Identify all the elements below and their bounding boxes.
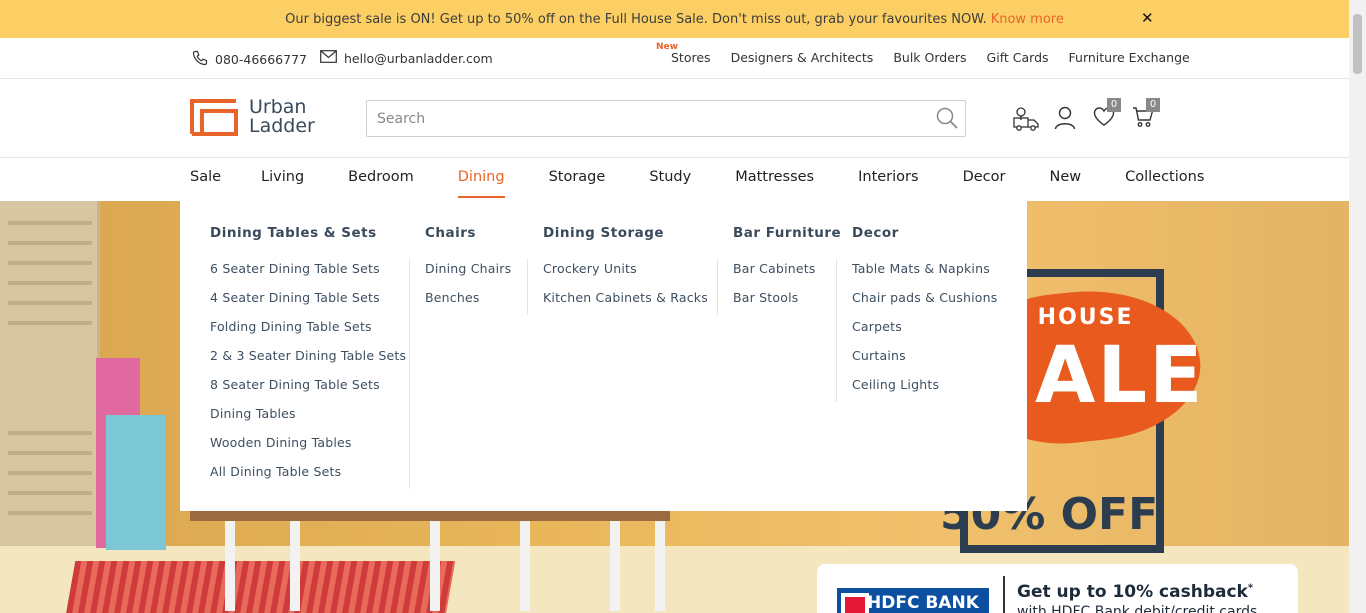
menu-item[interactable]: 8 Seater Dining Table Sets <box>210 377 406 406</box>
user-profile-icon[interactable] <box>1054 106 1076 134</box>
menu-item[interactable]: Dining Tables <box>210 406 406 435</box>
menu-item[interactable]: Ceiling Lights <box>852 377 997 406</box>
track-order-icon[interactable] <box>1012 106 1040 136</box>
menu-heading[interactable]: Dining Tables & Sets <box>210 225 406 241</box>
menu-heading[interactable]: Bar Furniture <box>733 225 841 241</box>
nav-mattresses[interactable]: Mattresses <box>735 169 814 185</box>
menu-item[interactable]: Curtains <box>852 348 997 377</box>
phone-icon <box>192 50 208 69</box>
furniture-exchange-link[interactable]: Furniture Exchange <box>1069 50 1190 65</box>
hdfc-bank-logo: HDFC BANK <box>837 588 989 613</box>
gift-cards-link[interactable]: Gift Cards <box>987 50 1049 65</box>
nav-new[interactable]: New <box>1049 169 1081 185</box>
phone-contact[interactable]: 080-46666777 <box>192 50 307 69</box>
menu-item[interactable]: Dining Chairs <box>425 261 511 290</box>
menu-item[interactable]: All Dining Table Sets <box>210 464 406 493</box>
page-scrollbar[interactable] <box>1349 0 1366 613</box>
logo-mark-icon <box>190 98 238 136</box>
search-box <box>366 100 966 137</box>
dining-mega-menu: Dining Tables & Sets 6 Seater Dining Tab… <box>180 201 1027 511</box>
menu-column-decor: Decor Table Mats & Napkins Chair pads & … <box>852 225 997 406</box>
menu-item[interactable]: Table Mats & Napkins <box>852 261 997 290</box>
menu-item[interactable]: Chair pads & Cushions <box>852 290 997 319</box>
nav-decor[interactable]: Decor <box>963 169 1006 185</box>
scrollbar-thumb[interactable] <box>1353 14 1362 74</box>
nav-storage[interactable]: Storage <box>549 169 606 185</box>
stores-link[interactable]: Stores <box>671 50 711 65</box>
menu-divider <box>409 259 410 489</box>
close-icon[interactable]: ✕ <box>1141 9 1154 27</box>
cashback-title: Get up to 10% cashback* <box>1017 582 1254 602</box>
sale-text-line2: ALE <box>1035 331 1205 421</box>
bulk-orders-link[interactable]: Bulk Orders <box>893 50 966 65</box>
designers-architects-link[interactable]: Designers & Architects <box>731 50 874 65</box>
menu-item[interactable]: 2 & 3 Seater Dining Table Sets <box>210 348 406 377</box>
nav-sale[interactable]: Sale <box>190 169 221 185</box>
menu-item[interactable]: 6 Seater Dining Table Sets <box>210 261 406 290</box>
menu-item[interactable]: Kitchen Cabinets & Racks <box>543 290 708 319</box>
phone-number: 080-46666777 <box>215 52 307 67</box>
menu-item[interactable]: Bar Cabinets <box>733 261 841 290</box>
menu-heading[interactable]: Decor <box>852 225 997 241</box>
site-header: Urban Ladder 0 0 <box>0 79 1349 158</box>
search-input[interactable] <box>367 101 907 136</box>
utility-bar: 080-46666777 hello@urbanladder.com New S… <box>0 38 1349 79</box>
menu-divider <box>717 259 718 315</box>
wishlist-icon[interactable]: 0 <box>1093 98 1121 132</box>
nav-collections[interactable]: Collections <box>1125 169 1204 185</box>
door-decoration <box>0 201 100 546</box>
menu-column-bar-furniture: Bar Furniture Bar Cabinets Bar Stools <box>733 225 841 319</box>
nav-living[interactable]: Living <box>261 169 304 185</box>
utility-links: Stores Designers & Architects Bulk Order… <box>671 50 1190 65</box>
main-nav: Sale Living Bedroom Dining Storage Study… <box>0 158 1349 201</box>
cart-count-badge: 0 <box>1146 98 1160 112</box>
menu-item[interactable]: Wooden Dining Tables <box>210 435 406 464</box>
menu-divider <box>527 259 528 315</box>
menu-column-dining-tables: Dining Tables & Sets 6 Seater Dining Tab… <box>210 225 406 493</box>
rug-decoration <box>64 561 456 613</box>
nav-bedroom[interactable]: Bedroom <box>348 169 414 185</box>
logo-text: Urban Ladder <box>249 96 315 137</box>
promo-text: Our biggest sale is ON! Get up to 50% of… <box>285 11 987 27</box>
menu-item[interactable]: Carpets <box>852 319 997 348</box>
mail-icon <box>320 50 337 66</box>
email-address: hello@urbanladder.com <box>344 50 493 66</box>
sale-text-line1: L HOUSE <box>1012 305 1134 330</box>
menu-item[interactable]: 4 Seater Dining Table Sets <box>210 290 406 319</box>
menu-item[interactable]: Folding Dining Table Sets <box>210 319 406 348</box>
menu-heading[interactable]: Dining Storage <box>543 225 708 241</box>
urban-ladder-logo[interactable]: Urban Ladder <box>190 98 315 136</box>
email-contact[interactable]: hello@urbanladder.com <box>320 50 493 66</box>
menu-item[interactable]: Bar Stools <box>733 290 841 319</box>
nav-dining[interactable]: Dining <box>457 169 505 198</box>
search-icon[interactable] <box>935 106 959 134</box>
menu-item[interactable]: Crockery Units <box>543 261 708 290</box>
menu-column-dining-storage: Dining Storage Crockery Units Kitchen Ca… <box>543 225 708 319</box>
menu-heading[interactable]: Chairs <box>425 225 511 241</box>
wishlist-count-badge: 0 <box>1107 98 1121 112</box>
know-more-link[interactable]: Know more <box>991 12 1064 27</box>
menu-column-chairs: Chairs Dining Chairs Benches <box>425 225 511 319</box>
hdfc-offer-card[interactable]: HDFC BANK Get up to 10% cashback* with H… <box>817 564 1298 613</box>
cashback-subtitle: with HDFC Bank debit/credit cards <box>1017 604 1258 613</box>
promo-bar: Our biggest sale is ON! Get up to 50% of… <box>0 0 1349 38</box>
menu-item[interactable]: Benches <box>425 290 511 319</box>
menu-divider <box>836 259 837 402</box>
cart-icon[interactable]: 0 <box>1132 98 1160 132</box>
nav-study[interactable]: Study <box>649 169 691 185</box>
nav-interiors[interactable]: Interiors <box>858 169 918 185</box>
